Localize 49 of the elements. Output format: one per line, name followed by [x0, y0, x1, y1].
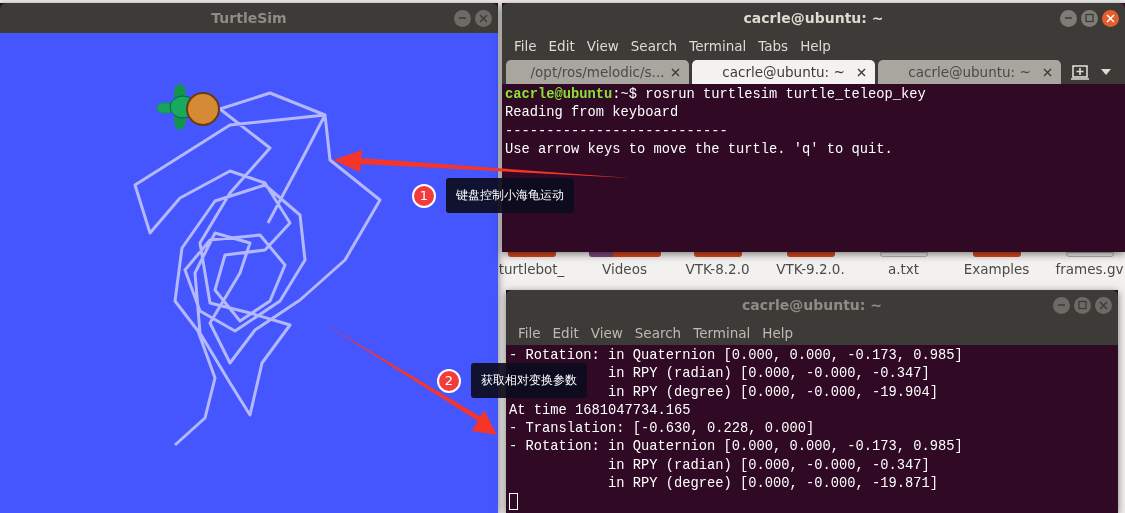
terminal-line: - Rotation: in Quaternion [0.000, 0.000, -0.173, 0.985] [509, 348, 963, 363]
terminal-line: --------------------------- [505, 123, 728, 139]
icon-label[interactable]: frames.gv [1055, 261, 1124, 277]
prompt-path: :~$ [612, 87, 638, 102]
menu-item[interactable]: Tabs [752, 37, 795, 54]
prompt-user: cacrle@ubuntu [505, 87, 613, 102]
menu-item[interactable]: View [580, 37, 625, 54]
icon-label[interactable]: VTK-8.2.0 [685, 261, 750, 277]
menu-item[interactable]: Search [624, 37, 684, 54]
icon-label[interactable]: turtlebot_ [498, 261, 565, 277]
menu-item[interactable]: Help [794, 37, 837, 54]
icon-label[interactable]: a.txt [887, 261, 920, 277]
file-icon[interactable] [879, 252, 928, 257]
icon-label[interactable]: VTK-9.2.0. [776, 261, 845, 277]
icon-label[interactable]: Videos [602, 261, 647, 277]
window-title: TurtleSim [211, 10, 287, 26]
folder-icon[interactable] [693, 252, 742, 257]
annotation-label: 键盘控制小海龟运动 [446, 178, 574, 213]
terminal-line: in RPY (degree) [0.000, -0.000, -19.904] [608, 384, 939, 400]
window-title: cacrle@ubuntu: ~ [743, 10, 884, 26]
terminal-line: Use arrow keys to move the turtle. 'q' to quit. [505, 141, 893, 157]
terminal-tab[interactable]: cacrle@ubuntu: ~ [692, 60, 875, 84]
close-icon[interactable] [857, 68, 866, 77]
annotation-label: 获取相对变换参数 [471, 363, 587, 398]
terminal-line: Reading from keyboard [505, 105, 679, 121]
terminal-line: in RPY (degree) [0.000, -0.000, -19.871] [608, 476, 939, 492]
file-icon[interactable] [1065, 252, 1114, 257]
terminal-line: - Translation: [-0.630, 0.228, 0.000] [509, 421, 815, 437]
terminal-command: rosrun turtlesim turtle_teleop_key [644, 87, 926, 102]
new-tab-icon[interactable] [1070, 63, 1090, 81]
terminal-tab[interactable]: cacrle@ubuntu: ~ [878, 60, 1061, 84]
menu-item[interactable]: File [508, 37, 543, 54]
terminal-line: in RPY (radian) [0.000, -0.000, -0.347] [608, 457, 930, 473]
folder-icon[interactable] [972, 252, 1021, 257]
window-title: cacrle@ubuntu: ~ [742, 297, 882, 313]
menu-item[interactable]: Terminal [683, 37, 753, 54]
terminal-line: - Rotation: in Quaternion [0.000, 0.000, -0.173, 0.985] [509, 439, 963, 455]
close-icon[interactable] [671, 68, 680, 77]
close-icon[interactable] [1043, 68, 1052, 77]
text-cursor [509, 493, 518, 511]
icon-label[interactable]: Examples [963, 261, 1030, 277]
caret-icon[interactable] [1100, 68, 1112, 76]
folder-icon[interactable] [507, 252, 556, 257]
terminal-tab[interactable]: /opt/ros/melodic/s... [506, 60, 689, 84]
terminal-line: in RPY (radian) [0.000, -0.000, -0.347] [608, 366, 930, 382]
menu-item[interactable]: Edit [542, 37, 581, 54]
terminal-line: At time 1681047734.165 [509, 402, 691, 418]
folder-icon[interactable] [786, 252, 835, 257]
folder-icon[interactable] [588, 252, 661, 257]
